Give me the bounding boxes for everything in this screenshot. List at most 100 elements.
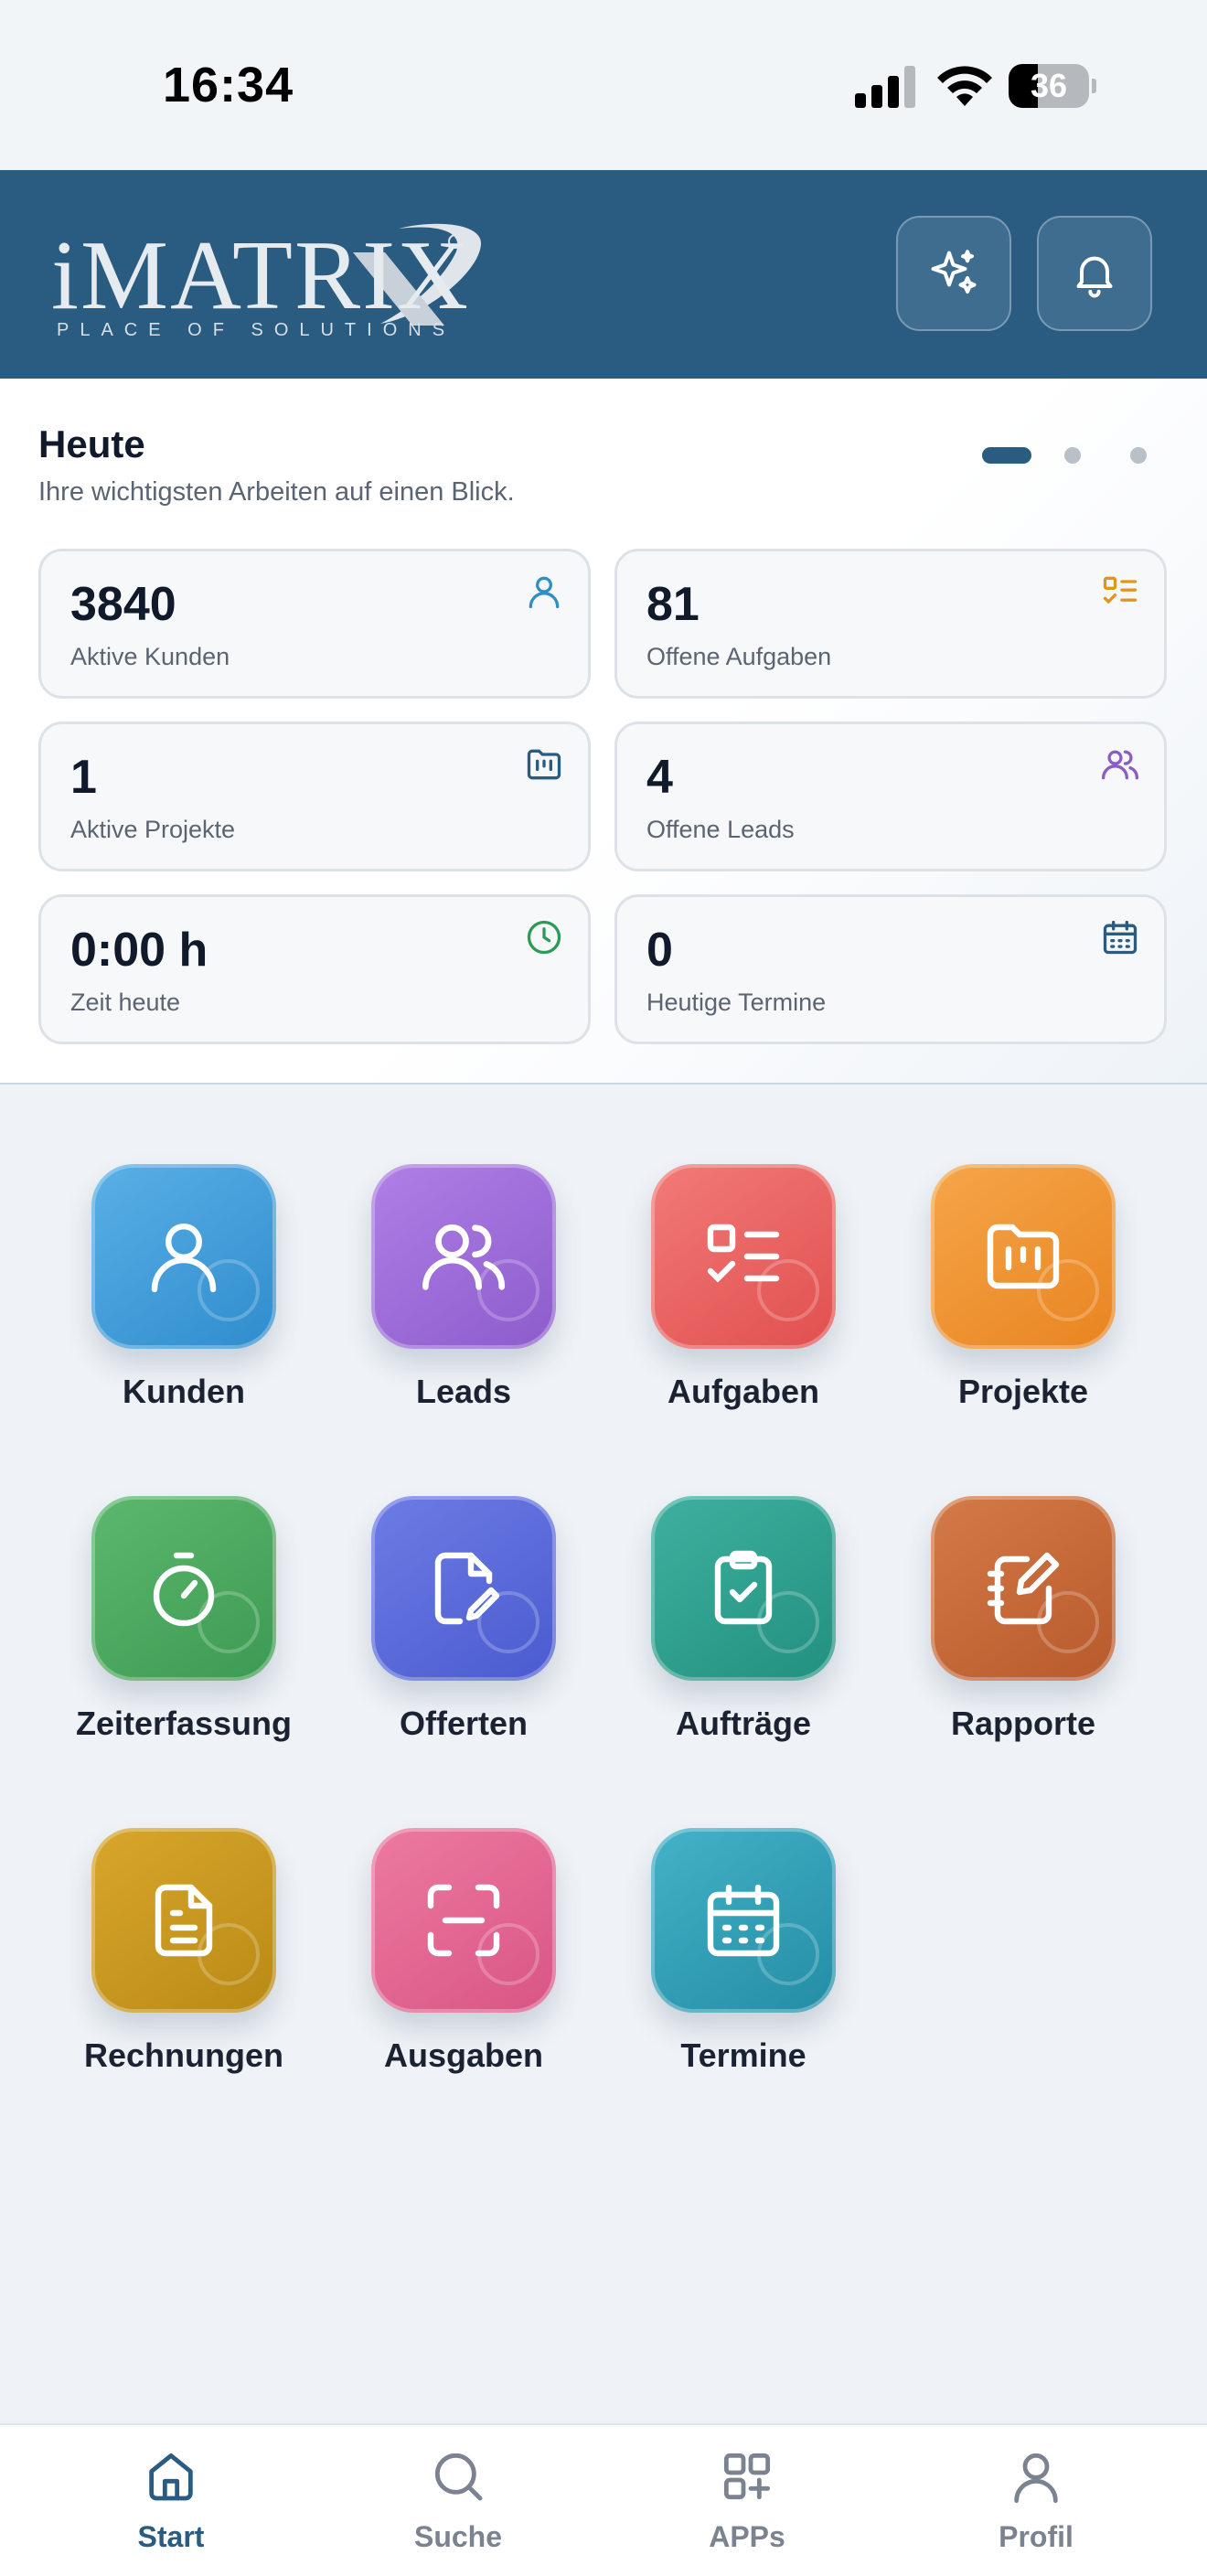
tab-label: Profil xyxy=(999,2520,1073,2553)
folder-icon xyxy=(987,1224,1060,1289)
app-projekte[interactable]: Projekte xyxy=(883,1164,1163,1438)
app-zeiterfassung[interactable]: Zeiterfassung xyxy=(44,1496,324,1770)
signal-icon xyxy=(855,66,915,108)
app-leads[interactable]: Leads xyxy=(324,1164,604,1438)
stat-label: Aktive Kunden xyxy=(70,643,230,670)
app-tile[interactable] xyxy=(371,1828,556,2013)
stat-label: Offene Leads xyxy=(646,816,795,843)
battery-icon: 36 xyxy=(1009,64,1096,108)
app-aufgaben[interactable]: Aufgaben xyxy=(604,1164,883,1438)
stat-card-active-customers[interactable]: 3840 Aktive Kunden xyxy=(38,549,591,699)
apps-icon xyxy=(723,2453,771,2500)
user-icon xyxy=(151,1224,217,1293)
stat-label: Zeit heute xyxy=(70,989,181,1016)
tab-label: Suche xyxy=(413,2520,503,2553)
app-label: Zeiterfassung xyxy=(75,1705,293,1742)
stat-card-open-leads[interactable]: 4 Offene Leads xyxy=(614,721,1167,871)
app-tile[interactable] xyxy=(371,1496,556,1681)
app-label: Offerten xyxy=(399,1705,528,1742)
bell-icon xyxy=(1076,256,1113,298)
notifications-button[interactable] xyxy=(1037,216,1152,331)
stat-label: Aktive Projekte xyxy=(70,816,236,843)
app-label: Aufgaben xyxy=(668,1373,819,1410)
app-label: Leads xyxy=(415,1373,512,1410)
checklist-icon xyxy=(1103,576,1138,604)
app-auftraege[interactable]: Aufträge xyxy=(604,1496,883,1770)
tab-label: APPs xyxy=(709,2520,785,2553)
app-termine[interactable]: Termine xyxy=(604,1828,883,2102)
page-indicator[interactable] xyxy=(982,444,1165,464)
app-label: Kunden xyxy=(123,1373,245,1410)
stat-card-open-tasks[interactable]: 81 Offene Aufgaben xyxy=(614,549,1167,699)
checklist-icon xyxy=(707,1224,780,1283)
clock-icon xyxy=(527,920,561,955)
stat-value: 0 xyxy=(646,924,673,977)
tab-bar: Start Suche APPs Profil xyxy=(0,2423,1207,2576)
scan-icon xyxy=(427,1884,500,1957)
app-label: Ausgaben xyxy=(383,2036,544,2074)
notebook-pen-icon xyxy=(987,1552,1060,1625)
users-icon xyxy=(422,1224,506,1290)
stat-label: Heutige Termine xyxy=(646,989,827,1016)
app-tile[interactable] xyxy=(371,1164,556,1349)
project-icon xyxy=(527,749,561,780)
stat-value: 0:00 h xyxy=(70,924,208,977)
app-ausgaben[interactable]: Ausgaben xyxy=(324,1828,604,2102)
app-label: Rechnungen xyxy=(83,2036,283,2074)
tab-profil[interactable]: Profil xyxy=(885,2425,1187,2576)
search-icon xyxy=(434,2453,483,2501)
logo-wordmark: iMATRIX xyxy=(51,221,471,330)
app-label: Projekte xyxy=(957,1373,1089,1410)
app-tile[interactable] xyxy=(91,1164,276,1349)
app-tile[interactable] xyxy=(931,1164,1116,1349)
logo-tagline: PLACE OF SOLUTIONS xyxy=(57,320,456,340)
app-label: Termine xyxy=(680,2036,806,2074)
profile-icon xyxy=(1014,2453,1058,2504)
stat-value: 3840 xyxy=(70,578,176,631)
stat-card-active-projects[interactable]: 1 Aktive Projekte xyxy=(38,721,591,871)
tab-apps[interactable]: APPs xyxy=(596,2425,898,2576)
tab-label: Start xyxy=(137,2520,205,2553)
stat-label: Offene Aufgaben xyxy=(646,643,832,670)
sparkles-icon xyxy=(931,250,977,294)
app-label: Aufträge xyxy=(675,1705,811,1742)
stopwatch-icon xyxy=(153,1552,215,1627)
page-dot-3[interactable] xyxy=(1130,447,1147,464)
status-bar: 16:34 36 xyxy=(0,0,1207,170)
invoice-icon xyxy=(155,1884,213,1957)
tab-suche[interactable]: Suche xyxy=(307,2425,609,2576)
app-kunden[interactable]: Kunden xyxy=(44,1164,324,1438)
app-header: iMATRIX PLACE OF SOLUTIONS xyxy=(0,170,1207,379)
stat-card-time-today[interactable]: 0:00 h Zeit heute xyxy=(38,894,591,1044)
tab-start[interactable]: Start xyxy=(20,2425,322,2576)
calendar-icon xyxy=(707,1884,780,1957)
users-icon xyxy=(1102,750,1138,780)
wifi-icon xyxy=(937,66,992,106)
clipboard-check-icon xyxy=(714,1550,773,1625)
app-rapporte[interactable]: Rapporte xyxy=(883,1496,1163,1770)
app-label: Rapporte xyxy=(950,1705,1095,1742)
stat-value: 1 xyxy=(70,751,97,804)
page-dot-2[interactable] xyxy=(1064,447,1081,464)
home-icon xyxy=(149,2453,193,2501)
stat-card-appointments-today[interactable]: 0 Heutige Termine xyxy=(614,894,1167,1044)
stat-value: 81 xyxy=(646,578,700,631)
app-offerten[interactable]: Offerten xyxy=(324,1496,604,1770)
app-tile[interactable] xyxy=(651,1828,836,2013)
today-title: Heute xyxy=(38,422,145,465)
today-panel: Heute Ihre wichtigsten Arbeiten auf eine… xyxy=(0,379,1207,1085)
ai-assistant-button[interactable] xyxy=(896,216,1011,331)
app-tile[interactable] xyxy=(931,1496,1116,1681)
stat-value: 4 xyxy=(646,751,673,804)
user-icon xyxy=(529,576,560,609)
app-rechnungen[interactable]: Rechnungen xyxy=(44,1828,324,2102)
calendar-icon xyxy=(1103,920,1138,955)
document-edit-icon xyxy=(434,1552,500,1625)
app-tile[interactable] xyxy=(651,1164,836,1349)
app-tile[interactable] xyxy=(91,1828,276,2013)
today-subtitle: Ihre wichtigsten Arbeiten auf einen Blic… xyxy=(38,477,515,507)
app-tile[interactable] xyxy=(651,1496,836,1681)
page-dot-1[interactable] xyxy=(982,447,1031,464)
app-tile[interactable] xyxy=(91,1496,276,1681)
battery-level: 36 xyxy=(1030,67,1068,104)
